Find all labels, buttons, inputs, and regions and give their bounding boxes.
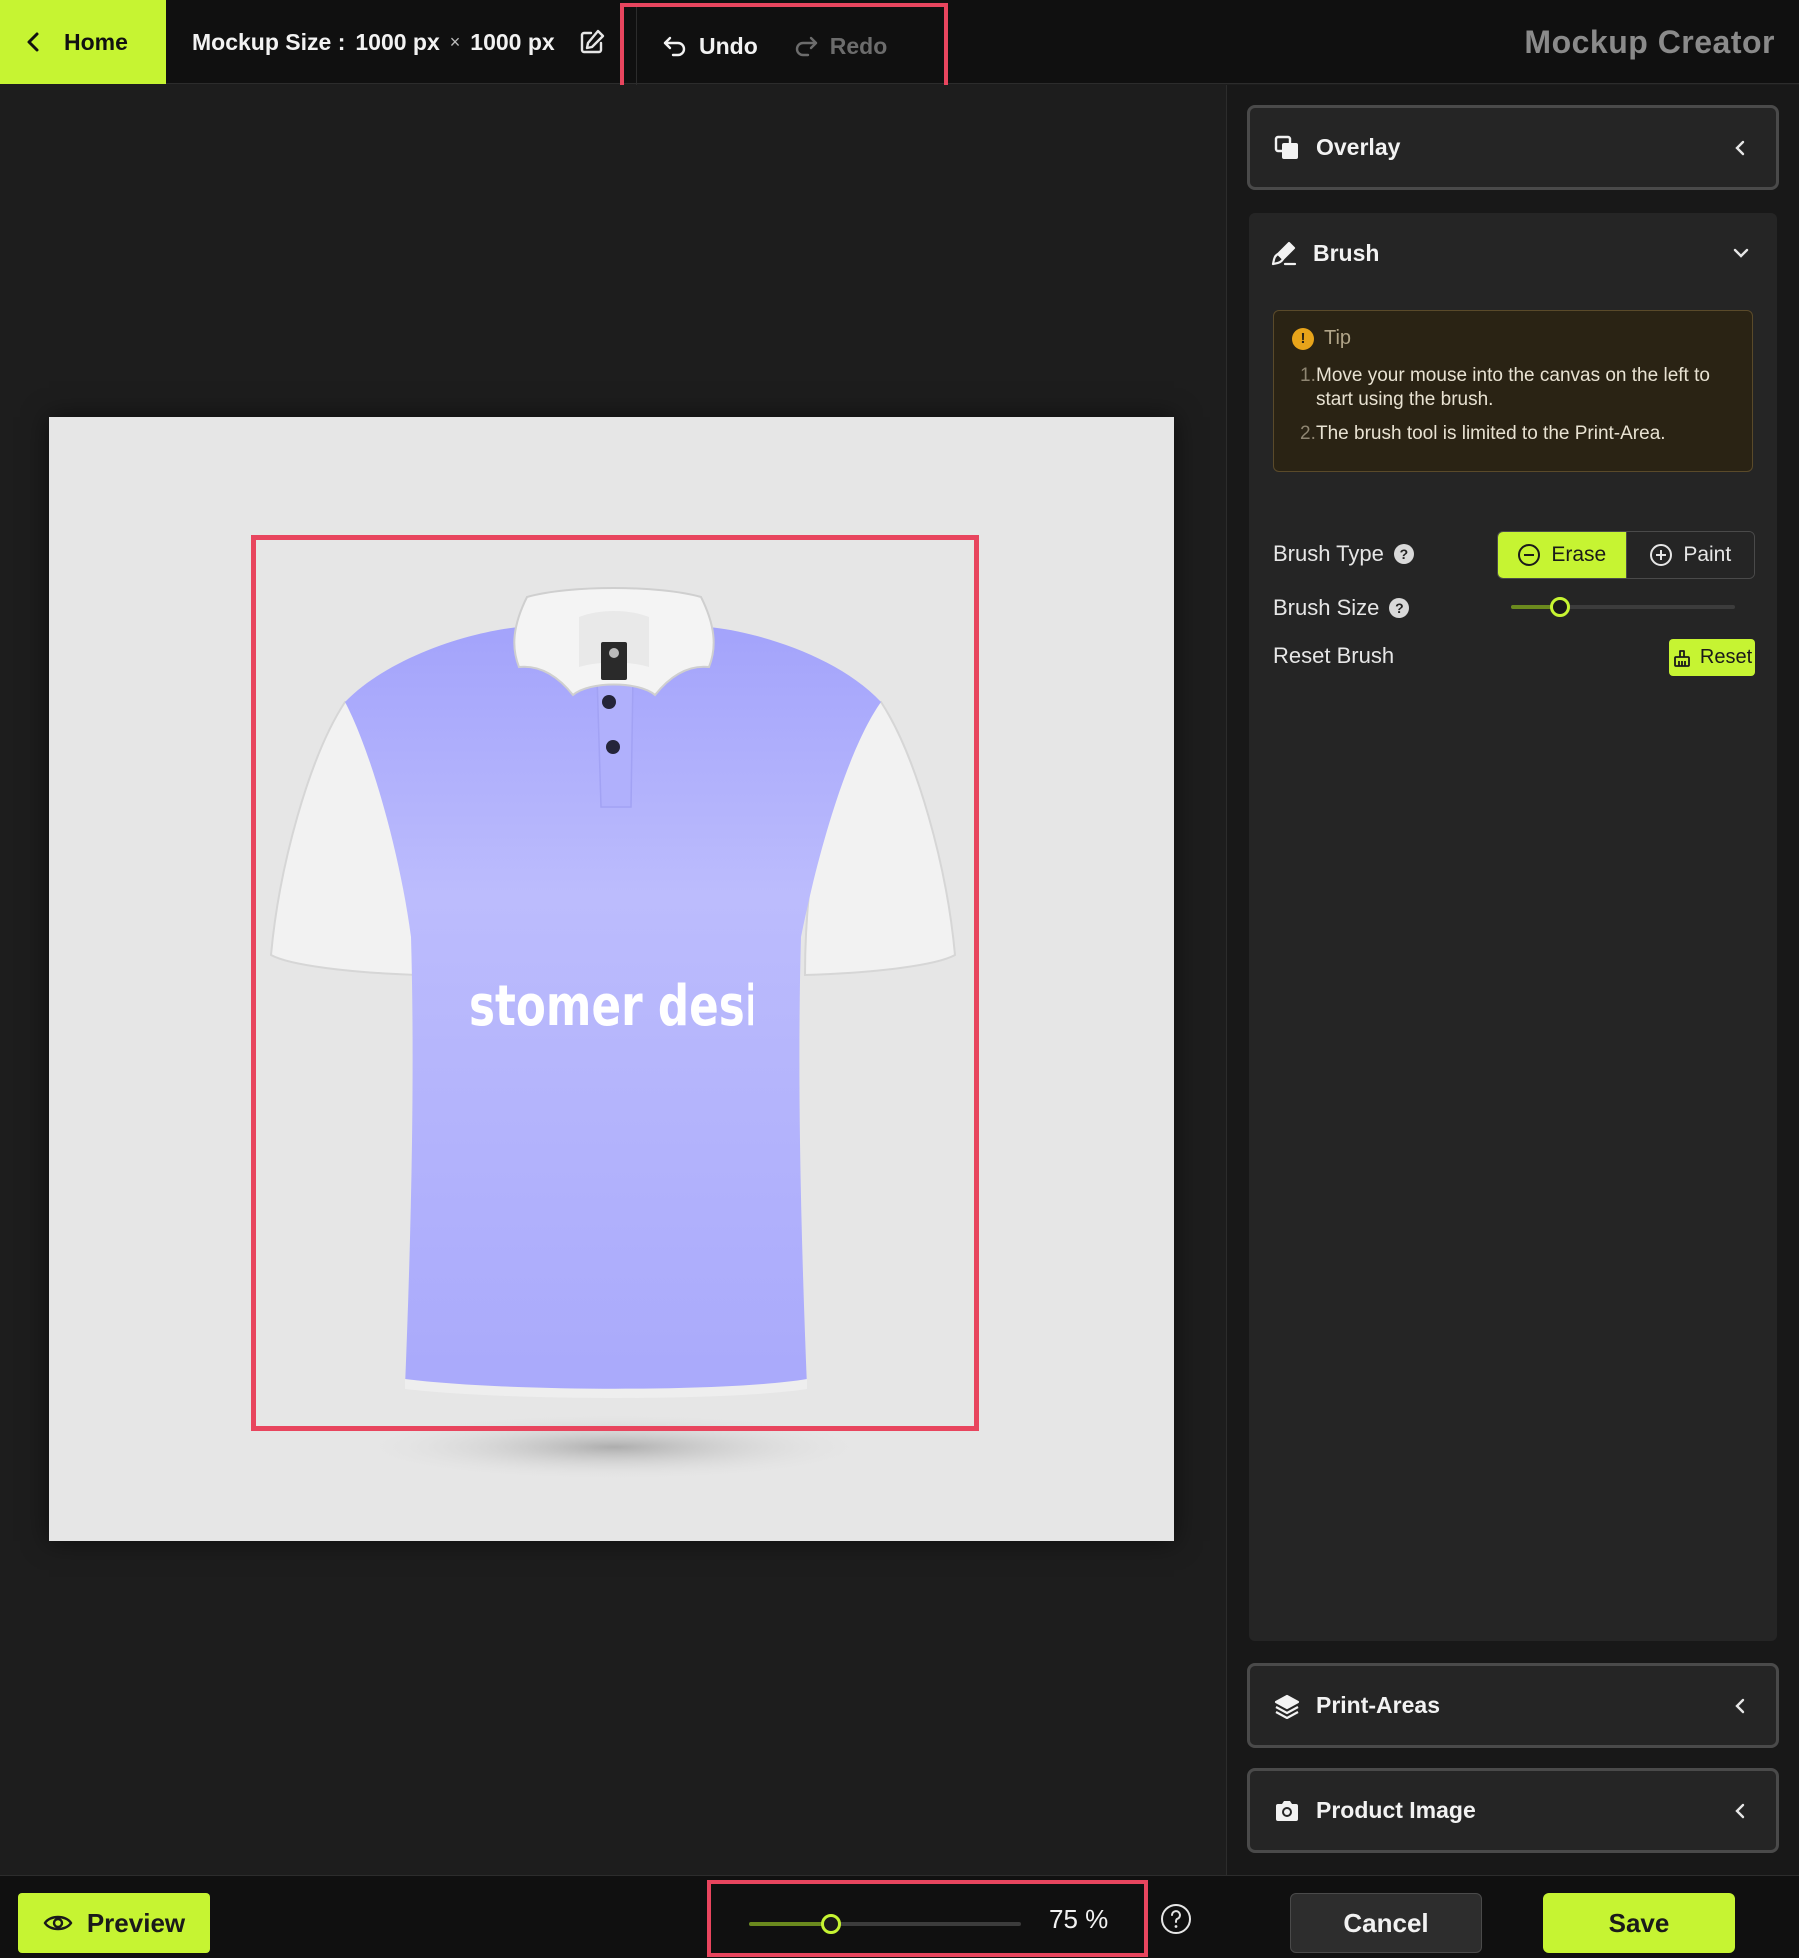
brush-size-thumb[interactable] — [1550, 597, 1571, 617]
chevron-left-icon — [1735, 1803, 1745, 1819]
zoom-slider[interactable] — [749, 1914, 1021, 1934]
mockup-width: 1000 px — [355, 28, 440, 55]
chevron-left-icon — [1735, 140, 1745, 156]
eye-icon — [43, 1915, 73, 1931]
mockup-size-label: Mockup Size : — [192, 28, 346, 55]
app-title: Mockup Creator — [1524, 23, 1775, 60]
chevron-left-icon — [27, 32, 39, 52]
overlay-label: Overlay — [1316, 134, 1401, 160]
product-image-accordion[interactable]: Product Image — [1247, 1768, 1779, 1853]
redo-button[interactable]: Redo — [792, 32, 888, 60]
print-areas-accordion[interactable]: Print-Areas — [1247, 1663, 1779, 1748]
product-image-label: Product Image — [1316, 1797, 1476, 1823]
cancel-button[interactable]: Cancel — [1290, 1893, 1482, 1953]
tip-item: 1. Move your mouse into the canvas on th… — [1292, 364, 1734, 412]
print-area-outline[interactable] — [251, 535, 979, 1431]
bottom-bar: Preview 75 % Cancel Save — [0, 1875, 1799, 1958]
mockup-size: Mockup Size : 1000 px × 1000 px — [192, 0, 555, 84]
help-icon[interactable]: ? — [1393, 544, 1414, 564]
brush-label: Brush — [1313, 239, 1380, 266]
undo-button[interactable]: Undo — [661, 32, 758, 60]
brush-size-label: Brush Size — [1273, 595, 1380, 620]
print-areas-label: Print-Areas — [1316, 1692, 1440, 1718]
tip-box: ! Tip 1. Move your mouse into the canvas… — [1273, 310, 1753, 472]
tip-item-number: 1. — [1300, 365, 1316, 386]
zoom-value: 75 % — [1049, 1903, 1109, 1934]
zoom-thumb[interactable] — [820, 1914, 841, 1934]
times-sign: × — [449, 31, 461, 52]
top-bar: Home Mockup Size : 1000 px × 1000 px Und… — [0, 0, 1799, 110]
zoom-fill — [749, 1922, 831, 1926]
chevron-down-icon — [1733, 248, 1749, 258]
overlay-accordion[interactable]: Overlay — [1247, 105, 1779, 190]
brush-type-toggle: Erase Paint — [1497, 531, 1755, 579]
camera-icon — [1276, 1800, 1298, 1821]
warning-icon: ! — [1292, 327, 1314, 350]
tip-item-text: Move your mouse into the canvas on the l… — [1316, 365, 1710, 410]
broom-icon — [1673, 649, 1690, 667]
home-label: Home — [64, 28, 128, 55]
chevron-left-icon — [1735, 1698, 1745, 1714]
tip-list: 1. Move your mouse into the canvas on th… — [1292, 364, 1734, 446]
undo-icon — [663, 36, 686, 57]
tip-item-text: The brush tool is limited to the Print-A… — [1316, 423, 1666, 444]
mockup-canvas[interactable]: stomer design he — [49, 417, 1174, 1541]
plus-circle-icon — [1650, 544, 1673, 566]
tip-item-number: 2. — [1300, 423, 1316, 444]
home-button[interactable]: Home — [0, 0, 166, 84]
brush-icon — [1271, 241, 1297, 266]
undo-label: Undo — [699, 32, 758, 59]
paint-option[interactable]: Paint — [1625, 532, 1754, 578]
erase-label: Erase — [1551, 543, 1607, 566]
question-circle-icon[interactable] — [1160, 1903, 1192, 1935]
brush-panel: Brush ! Tip 1. Move your mouse into the … — [1249, 213, 1777, 1641]
preview-label: Preview — [86, 1907, 186, 1938]
save-button[interactable]: Save — [1543, 1893, 1735, 1953]
redo-label: Redo — [829, 32, 888, 59]
reset-brush-button[interactable]: Reset — [1669, 639, 1755, 676]
canvas-area[interactable]: stomer design he — [0, 85, 1225, 1875]
brush-type-row: Brush Type ? — [1273, 541, 1414, 567]
mockup-height: 1000 px — [470, 28, 555, 55]
overlay-icon — [1274, 135, 1298, 159]
erase-option[interactable]: Erase — [1498, 532, 1626, 578]
brush-type-label: Brush Type — [1273, 541, 1384, 566]
help-icon[interactable]: ? — [1389, 598, 1410, 618]
preview-button[interactable]: Preview — [18, 1893, 210, 1953]
tip-title: Tip — [1324, 327, 1352, 349]
reset-brush-row: Reset Brush — [1273, 643, 1394, 669]
layers-icon — [1274, 1694, 1300, 1719]
zoom-control: 75 % — [707, 1880, 1148, 1957]
brush-accordion-header[interactable]: Brush — [1249, 213, 1777, 293]
settings-sidebar: Overlay Brush ! Tip 1. Move your mouse i… — [1226, 85, 1799, 1875]
minus-circle-icon — [1518, 544, 1541, 566]
brush-size-slider[interactable] — [1511, 597, 1735, 617]
brush-size-row: Brush Size ? — [1273, 595, 1410, 621]
paint-label: Paint — [1683, 543, 1732, 566]
redo-icon — [795, 36, 817, 57]
edit-icon[interactable] — [578, 28, 606, 56]
reset-label: Reset — [1699, 646, 1753, 668]
tip-item: 2. The brush tool is limited to the Prin… — [1292, 422, 1734, 446]
reset-brush-label: Reset Brush — [1273, 643, 1395, 668]
